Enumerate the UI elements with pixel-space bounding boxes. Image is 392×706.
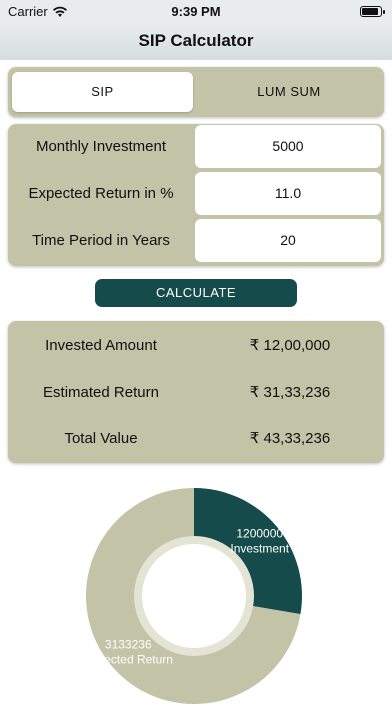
status-time: 9:39 PM	[171, 4, 221, 19]
invested-amount-row: Invested Amount ₹ 12,00,000	[8, 331, 384, 361]
tab-sip[interactable]: SIP	[12, 72, 193, 112]
status-bar: Carrier 9:39 PM	[0, 0, 392, 24]
donut-hole	[143, 545, 245, 647]
time-period-field[interactable]: 20	[195, 219, 381, 262]
expected-return-caption-label: Expected Return	[84, 652, 173, 666]
total-value-label: Total Value	[64, 430, 138, 447]
tab-lum-sum[interactable]: LUM SUM	[196, 72, 382, 112]
results-panel: Invested Amount ₹ 12,00,000 Estimated Re…	[8, 321, 384, 463]
battery-icon	[360, 6, 385, 17]
estimated-return-value: ₹ 31,33,236	[249, 384, 331, 401]
total-value-value: ₹ 43,33,236	[249, 430, 331, 447]
expected-return-value-label: 3133236	[105, 637, 152, 651]
monthly-investment-field[interactable]: 5000	[195, 125, 381, 168]
monthly-investment-row: Monthly Investment 5000	[8, 125, 384, 169]
donut-chart: 1200000Investment 3133236Expected Return	[84, 488, 302, 704]
expected-return-label: Expected Return in %	[28, 185, 174, 202]
estimated-return-label: Estimated Return	[43, 384, 159, 401]
invested-amount-label: Invested Amount	[45, 337, 157, 354]
expected-return-field[interactable]: 11.0	[195, 172, 381, 215]
estimated-return-row: Estimated Return ₹ 31,33,236	[8, 378, 384, 408]
time-period-label: Time Period in Years	[32, 232, 170, 249]
calculate-button[interactable]: CALCULATE	[95, 279, 297, 307]
total-value-row: Total Value ₹ 43,33,236	[8, 424, 384, 454]
monthly-investment-label: Monthly Investment	[35, 138, 167, 155]
time-period-row: Time Period in Years 20	[8, 219, 384, 263]
investment-value-label: 1200000	[236, 527, 283, 541]
expected-return-row: Expected Return in % 11.0	[8, 172, 384, 216]
mode-segmented-control: SIP LUM SUM	[8, 67, 384, 117]
invested-amount-value: ₹ 12,00,000	[249, 337, 331, 354]
page-title: SIP Calculator	[138, 31, 254, 50]
input-panel: Monthly Investment 5000 Expected Return …	[8, 124, 384, 266]
investment-caption-label: Investment	[230, 542, 289, 556]
navigation-bar: SIP Calculator	[0, 24, 392, 60]
